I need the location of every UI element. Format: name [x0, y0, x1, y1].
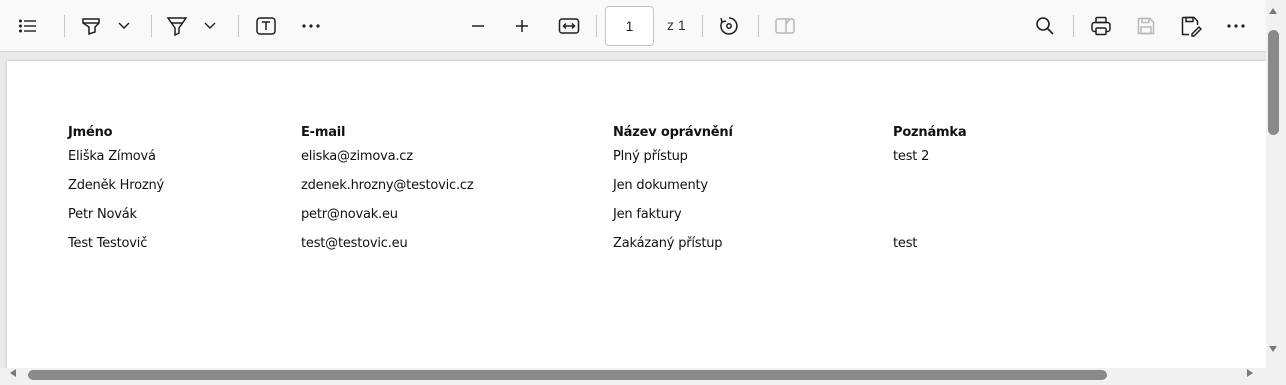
cell-permission: Jen faktury	[613, 207, 682, 222]
highlight-icon[interactable]	[73, 8, 109, 44]
text-box-icon[interactable]	[248, 8, 284, 44]
more-icon[interactable]	[293, 8, 329, 44]
rotate-icon[interactable]	[711, 8, 747, 44]
cell-name: Test Testovič	[68, 236, 148, 251]
horizontal-scroll-thumb[interactable]	[28, 370, 1107, 380]
print-icon[interactable]	[1083, 8, 1119, 44]
scroll-right-icon[interactable]	[1247, 369, 1253, 377]
header-name: Jméno	[68, 125, 113, 140]
pdf-page: Jméno E-mail Název oprávnění Poznámka El…	[7, 61, 1266, 368]
cell-permission: Plný přístup	[613, 149, 688, 164]
cell-permission: Zakázaný přístup	[613, 236, 723, 251]
header-permission: Název oprávnění	[613, 125, 733, 140]
cell-email: eliska@zimova.cz	[301, 149, 413, 164]
save-as-icon[interactable]	[1173, 8, 1209, 44]
cell-email: petr@novak.eu	[301, 207, 398, 222]
more-icon[interactable]	[1218, 8, 1254, 44]
separator	[596, 15, 597, 37]
draw-icon[interactable]	[159, 8, 195, 44]
save-icon	[1128, 8, 1164, 44]
separator	[64, 15, 65, 37]
chevron-down-icon[interactable]	[114, 16, 134, 36]
cell-email: test@testovic.eu	[301, 236, 408, 251]
cell-name: Zdeněk Hrozný	[68, 178, 164, 193]
separator	[1073, 15, 1074, 37]
cell-email: zdenek.hrozny@testovic.cz	[301, 178, 474, 193]
page-total: z 1	[667, 17, 686, 33]
pdf-toolbar: z 1	[0, 0, 1266, 52]
fit-width-icon[interactable]	[551, 8, 587, 44]
chevron-down-icon[interactable]	[200, 16, 220, 36]
header-note: Poznámka	[893, 125, 967, 140]
cell-name: Eliška Zímová	[68, 149, 156, 164]
document-viewport: Jméno E-mail Název oprávnění Poznámka El…	[0, 53, 1266, 368]
zoom-out-icon[interactable]	[460, 8, 496, 44]
separator	[238, 15, 239, 37]
scroll-down-icon[interactable]	[1269, 346, 1277, 352]
search-icon[interactable]	[1027, 8, 1063, 44]
scroll-left-icon[interactable]	[10, 369, 16, 377]
page-view-icon	[767, 8, 803, 44]
separator	[151, 15, 152, 37]
cell-note: test 2	[893, 149, 930, 164]
separator	[758, 15, 759, 37]
contents-list-icon[interactable]	[10, 8, 46, 44]
separator	[702, 15, 703, 37]
page-number-input[interactable]	[605, 6, 654, 46]
cell-permission: Jen dokumenty	[613, 178, 708, 193]
zoom-in-icon[interactable]	[504, 8, 540, 44]
vertical-scroll-thumb[interactable]	[1268, 30, 1279, 135]
cell-note: test	[893, 236, 918, 251]
header-email: E-mail	[301, 125, 346, 140]
scroll-up-icon[interactable]	[1269, 8, 1277, 14]
cell-name: Petr Novák	[68, 207, 137, 222]
